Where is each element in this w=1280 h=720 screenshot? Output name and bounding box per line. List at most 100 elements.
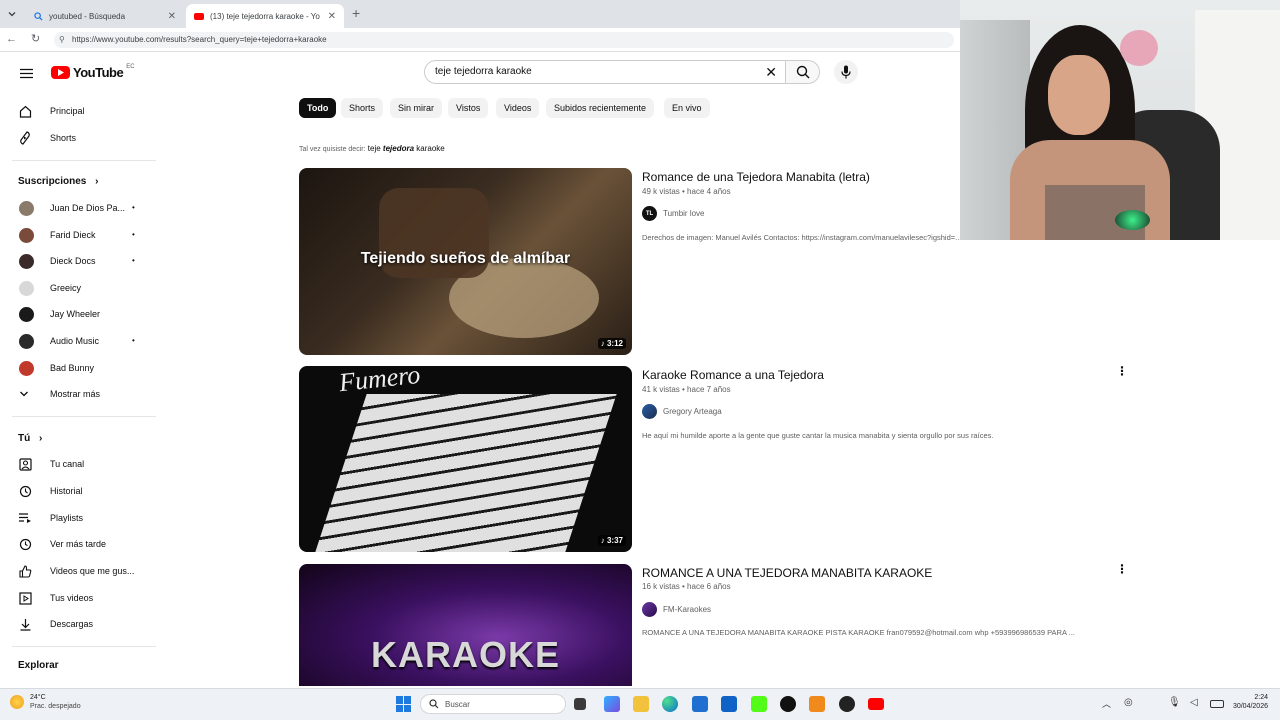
subscription-item[interactable]: Greeicy [14,277,154,299]
url-field[interactable]: ⚲ https://www.youtube.com/results?search… [54,32,954,48]
sidebar-item-label: Tu canal [50,459,85,469]
task-view-icon[interactable] [574,698,586,710]
browser-tab-bar: youtubed - Búsqueda ✕ (13) teje tejedorr… [0,0,960,28]
clock[interactable]: 2:24 30/04/2026 [1224,693,1268,711]
subscription-label: Jay Wheeler [50,309,101,319]
tab-search[interactable]: youtubed - Búsqueda ✕ [26,4,184,28]
did-you-mean-link[interactable]: teje tejedora karaoke [368,144,445,153]
taskbar-search[interactable]: Buscar [420,694,566,714]
close-tab-icon[interactable]: ✕ [328,11,336,22]
widgets-icon[interactable] [604,696,620,712]
chip-todo[interactable]: Todo [299,98,337,118]
show-more-button[interactable]: Mostrar más [14,383,154,405]
reload-button[interactable]: ↻ [31,32,40,45]
channel-avatar [19,280,34,296]
video-thumbnail[interactable]: Tejiendo sueños de almíbar ♪ 3:12 [299,168,632,355]
sidebar-item-tus-videos[interactable]: Tus videos [14,587,154,609]
logo-text: YouTube [73,65,124,80]
sidebar-item-playlists[interactable]: Playlists [14,507,154,529]
weather-temp: 24°C [30,694,46,701]
subscription-label: Juan De Dios Pa... [50,203,126,213]
tab-list-button[interactable] [4,6,20,22]
sidebar-item-tu-canal[interactable]: Tu canal [14,453,154,475]
youtube-taskbar-icon[interactable] [868,698,884,710]
subscription-item[interactable]: Jay Wheeler [14,303,154,325]
sidebar-item-historial[interactable]: Historial [14,480,154,502]
channel-avatar [19,227,34,243]
site-info-icon[interactable]: ⚲ [59,32,65,48]
obs-icon[interactable] [839,696,855,712]
sidebar-divider [12,646,156,647]
edge-browser-icon[interactable] [662,696,678,712]
microphone-tray-icon[interactable]: 🎙 [1168,697,1181,708]
subscription-item[interactable]: Bad Bunny [14,357,154,379]
channel-link[interactable]: TL Tumbir love [642,206,705,221]
duration-text: 3:37 [606,536,623,545]
app-icon[interactable] [809,696,825,712]
new-tab-button[interactable]: + [352,5,360,21]
subscriptions-header[interactable]: Suscripciones › [18,176,98,187]
volume-icon[interactable]: ◁ [1190,697,1198,708]
clear-search-icon[interactable]: ✕ [765,61,777,83]
youtube-logo[interactable]: YouTube EC [51,64,135,80]
video-meta: 41 k vistas • hace 7 años [642,385,731,394]
sidebar-item-descargas[interactable]: Descargas [14,613,154,635]
start-button[interactable] [396,696,412,712]
tab-label: youtubed - Búsqueda [49,11,126,21]
channel-link[interactable]: Gregory Arteaga [642,404,722,419]
subscriptions-title: Suscripciones [18,176,87,187]
address-bar-row: ← ↻ ⚲ https://www.youtube.com/results?se… [0,28,960,52]
video-title[interactable]: Romance de una Tejedora Manabita (letra) [642,170,870,184]
sidebar-item-label: Historial [50,486,83,496]
your-videos-icon [14,590,40,606]
sidebar-item-label: Principal [50,106,85,116]
you-header[interactable]: Tú › [18,433,42,444]
tiktok-icon[interactable] [780,696,796,712]
weather-widget[interactable]: 24°C Prac. despejado [10,693,81,711]
new-content-dot: • [132,203,135,212]
menu-button[interactable] [20,66,33,84]
sidebar-item-liked-videos[interactable]: Videos que me gus... [14,560,154,582]
channel-link[interactable]: FM-Karaokes [642,602,711,617]
video-thumbnail[interactable]: KARAOKE [299,564,632,686]
sidebar-item-shorts[interactable]: Shorts [14,127,154,149]
store-icon[interactable] [692,696,708,712]
channel-avatar [19,360,34,376]
sidebar-item-principal[interactable]: Principal [14,100,154,122]
webcam-headphones [1120,30,1158,66]
chip-sin-mirar[interactable]: Sin mirar [390,98,443,118]
outlook-icon[interactable] [721,696,737,712]
back-button[interactable]: ← [6,33,17,45]
url-text: https://www.youtube.com/results?search_q… [72,35,327,44]
channel-avatar [19,306,34,322]
network-icon[interactable]: ◎ [1124,697,1133,708]
tab-youtube[interactable]: (13) teje tejedorra karaoke - YouTube ✕ [186,4,344,28]
video-title[interactable]: ROMANCE A UNA TEJEDORA MANABITA KARAOKE [642,566,932,580]
new-content-dot: • [132,230,135,239]
video-thumbnail[interactable]: Fumero ♪ 3:37 [299,366,632,552]
chip-subidos-recientemente[interactable]: Subidos recientemente [546,98,655,118]
video-title[interactable]: Karaoke Romance a una Tejedora [642,368,824,382]
playlist-icon [14,510,40,526]
channel-avatar [642,404,657,419]
chip-en-vivo[interactable]: En vivo [664,98,710,118]
chip-videos[interactable]: Videos [496,98,540,118]
search-button[interactable] [786,60,820,84]
more-options-icon[interactable]: ⋮ [1116,365,1128,377]
kick-icon[interactable] [751,696,767,712]
tray-chevron-icon[interactable]: ︿ [1102,697,1111,710]
voice-search-button[interactable] [834,60,858,84]
weather-sun-icon [10,695,24,709]
suggestion-correction: tejedora [382,144,415,153]
file-explorer-icon[interactable] [633,696,649,712]
close-tab-icon[interactable]: ✕ [168,11,176,22]
search-input[interactable]: teje tejedorra karaoke ✕ [424,60,786,84]
channel-avatar [642,602,657,617]
chip-shorts[interactable]: Shorts [341,98,384,118]
chip-vistos[interactable]: Vistos [448,98,489,118]
battery-icon[interactable] [1210,700,1224,708]
sidebar-item-ver-mas-tarde[interactable]: Ver más tarde [14,533,154,555]
suggestion-word: karaoke [416,144,445,153]
windows-logo-icon [396,696,403,704]
more-options-icon[interactable]: ⋮ [1116,563,1128,575]
